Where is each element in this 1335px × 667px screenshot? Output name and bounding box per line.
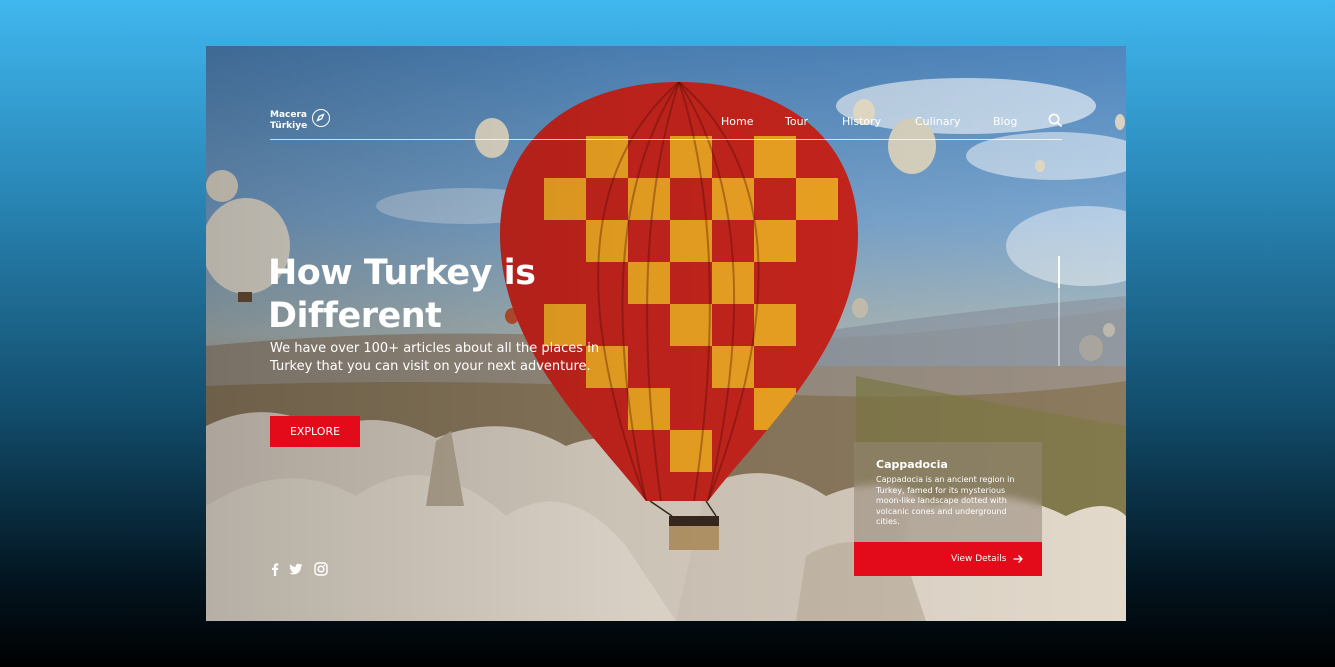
scroll-thumb[interactable]: [1058, 256, 1060, 288]
instagram-icon[interactable]: [314, 562, 328, 576]
nav-item-culinary[interactable]: Culinary: [915, 115, 961, 128]
facebook-icon[interactable]: [268, 562, 282, 576]
nav-item-tour[interactable]: Tour: [785, 115, 808, 128]
nav-active-indicator: [733, 131, 741, 133]
card-description: Cappadocia is an ancient region in Turke…: [876, 475, 1015, 526]
view-details-button[interactable]: View Details: [854, 542, 1042, 576]
compass-icon: [312, 109, 330, 127]
brand-line-1: Macera: [270, 110, 307, 120]
destination-card: Cappadocia Cappadocia is an ancient regi…: [854, 442, 1042, 544]
brand-logo[interactable]: Macera Türkiye: [270, 110, 307, 132]
card-title: Cappadocia: [876, 458, 948, 471]
nav-divider: [270, 139, 1062, 140]
twitter-icon[interactable]: [289, 562, 303, 576]
nav-item-home[interactable]: Home: [721, 115, 753, 128]
hero-frame: Macera Türkiye Home Tour History Culinar…: [206, 46, 1126, 621]
hero-title: How Turkey is Different: [268, 253, 536, 336]
nav-item-blog[interactable]: Blog: [993, 115, 1017, 128]
hero-subtitle: We have over 100+ articles about all the…: [270, 341, 600, 374]
brand-line-2: Türkiye: [270, 121, 308, 131]
view-details-label: View Details: [951, 554, 1007, 564]
search-icon[interactable]: [1048, 113, 1062, 127]
nav-item-history[interactable]: History: [842, 115, 881, 128]
arrow-right-icon: [1013, 555, 1023, 563]
explore-button[interactable]: EXPLORE: [270, 416, 360, 447]
